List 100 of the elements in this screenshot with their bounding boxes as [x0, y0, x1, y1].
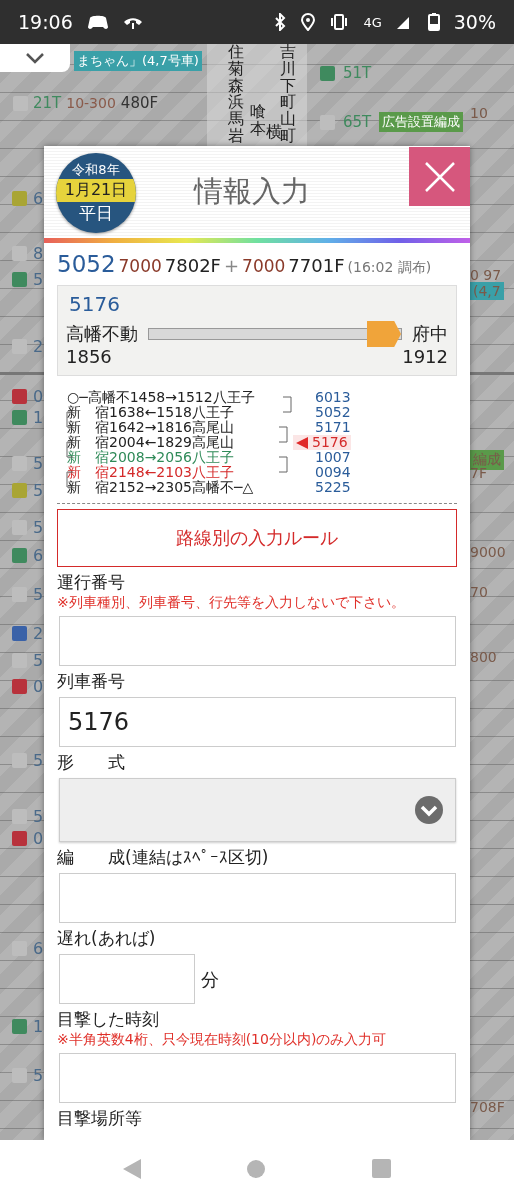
- train-label: (4,7: [470, 282, 504, 300]
- battery-icon: [427, 13, 440, 31]
- vibrate-icon: [329, 14, 350, 30]
- train-number: 5: [33, 518, 44, 537]
- train-series: 7000: [242, 256, 286, 276]
- select-field[interactable]: [59, 778, 456, 842]
- origin-station: 高幡不動: [66, 322, 138, 346]
- train-number: 5: [33, 1066, 44, 1085]
- collapse-button[interactable]: [0, 44, 70, 72]
- run-number: 6013: [315, 390, 351, 405]
- train-number: 2: [33, 337, 44, 356]
- station-name-column: 横: [266, 124, 282, 141]
- day-type: 平日: [79, 202, 113, 225]
- schedule-line: 新 宿1638←1518八王子: [67, 405, 235, 420]
- train-series: 10-300: [66, 95, 116, 111]
- train-number: 5: [33, 454, 44, 473]
- dialog-title: 情報入力: [194, 173, 310, 210]
- run-number: 5176: [312, 435, 348, 450]
- train-label: 0 97: [470, 267, 502, 283]
- train-series: 7000: [118, 256, 162, 276]
- run-number: 1007: [315, 450, 351, 465]
- train-number: 5: [33, 807, 44, 826]
- input-rules-button[interactable]: 路線別の入力ルール: [57, 509, 457, 567]
- train-number: 5: [33, 481, 44, 500]
- train-label: 10: [470, 105, 488, 121]
- departure-time: 1856: [66, 346, 112, 367]
- train-number: 6: [33, 939, 44, 958]
- train-tag: 広告設置編成: [379, 112, 464, 132]
- train-number: 65T: [343, 113, 372, 131]
- train-number: 5: [33, 651, 44, 670]
- home-button[interactable]: [247, 1159, 266, 1181]
- train-number: 0: [33, 829, 44, 848]
- input-field[interactable]: [59, 1053, 456, 1103]
- field-label: 形 式: [57, 751, 126, 774]
- train-number: 1: [33, 1017, 44, 1036]
- input-field[interactable]: [59, 616, 456, 666]
- train-number: 1: [33, 408, 44, 427]
- train-label: 800: [470, 649, 497, 665]
- formation-number: 7701F: [288, 255, 345, 276]
- run-number: 5171: [315, 420, 351, 435]
- schedule-line: 新 宿2008→2056八王子: [67, 450, 235, 465]
- schedule-line: 新 宿2152→2305高幡不─△: [67, 480, 255, 495]
- formation-number: 7802F: [164, 255, 221, 276]
- train-label: 70: [470, 584, 488, 600]
- run-number: 5052: [57, 251, 116, 277]
- run-number: 5225: [315, 480, 351, 495]
- back-button[interactable]: [123, 1158, 142, 1182]
- sighting-note: (16:02 調布): [347, 259, 432, 277]
- field-note: ※列車種別、列車番号、行先等を入力しないで下さい。: [57, 594, 406, 612]
- train-number: 2: [33, 624, 44, 643]
- schedule-line: 新 宿2148←2103八王子: [67, 465, 235, 480]
- location-icon: [301, 13, 316, 31]
- formation-number: 480F: [120, 94, 159, 112]
- schedule-line: 新 宿2004←1829高尾山: [67, 435, 235, 450]
- train-number: 5: [33, 270, 44, 289]
- arrival-time: 1912: [402, 346, 448, 367]
- era-year: 令和8年: [72, 161, 120, 179]
- pointer-icon: [296, 436, 308, 449]
- run-number: 0094: [315, 465, 351, 480]
- bluetooth-icon: [273, 13, 288, 31]
- input-field[interactable]: [59, 873, 456, 923]
- run-number: 5052: [315, 405, 351, 420]
- train-number: 0: [33, 677, 44, 696]
- train-number: 8: [33, 244, 44, 263]
- train-tag: まちゃん」(4,7号車): [74, 51, 202, 71]
- date-label: 1月21日: [56, 179, 136, 202]
- field-label: 列車番号: [57, 670, 126, 693]
- station-name-column: 住菊森浜馬岩: [228, 44, 244, 145]
- chevron-down-icon: [25, 52, 45, 64]
- train-number: 6: [33, 546, 44, 565]
- train-number: 5: [33, 585, 44, 604]
- train-number: 21T: [33, 94, 62, 112]
- chevron-down-icon: [415, 796, 443, 824]
- close-icon: [423, 160, 456, 193]
- coupling-sign: +: [224, 255, 240, 276]
- close-button[interactable]: [409, 147, 470, 206]
- field-note: ※半角英数4桁、只今現在時刻(10分以内)のみ入力可: [57, 1031, 388, 1049]
- train-label: 9000: [470, 544, 506, 560]
- field-label: 目撃した時刻: [57, 1008, 160, 1031]
- input-field[interactable]: 5176: [59, 697, 456, 747]
- destination-station: 府中: [412, 322, 448, 346]
- train-number: 0: [33, 387, 44, 406]
- recents-button[interactable]: [371, 1159, 391, 1181]
- unit-label: 分: [201, 968, 219, 992]
- train-number: 6: [33, 189, 44, 208]
- station-name-column: 喰本: [250, 104, 266, 138]
- battery-level: 30%: [453, 11, 496, 33]
- input-field[interactable]: [59, 954, 195, 1004]
- train-label: 708F: [470, 1099, 505, 1115]
- field-label: 目撃場所等: [57, 1107, 143, 1130]
- network-label: 4G: [363, 14, 382, 30]
- train-number: 5176: [69, 292, 121, 316]
- schedule-line: ○─高幡不1458→1512八王子: [67, 390, 256, 405]
- field-label: 遅れ(あれば): [57, 927, 157, 950]
- field-label: 運行番号: [57, 571, 126, 594]
- train-number: 5: [33, 751, 44, 770]
- gamepad-icon: [86, 14, 109, 30]
- train-number: 51T: [343, 64, 372, 82]
- clock: 19:06: [18, 11, 73, 33]
- station-name-column: 吉川下町山町: [280, 44, 296, 145]
